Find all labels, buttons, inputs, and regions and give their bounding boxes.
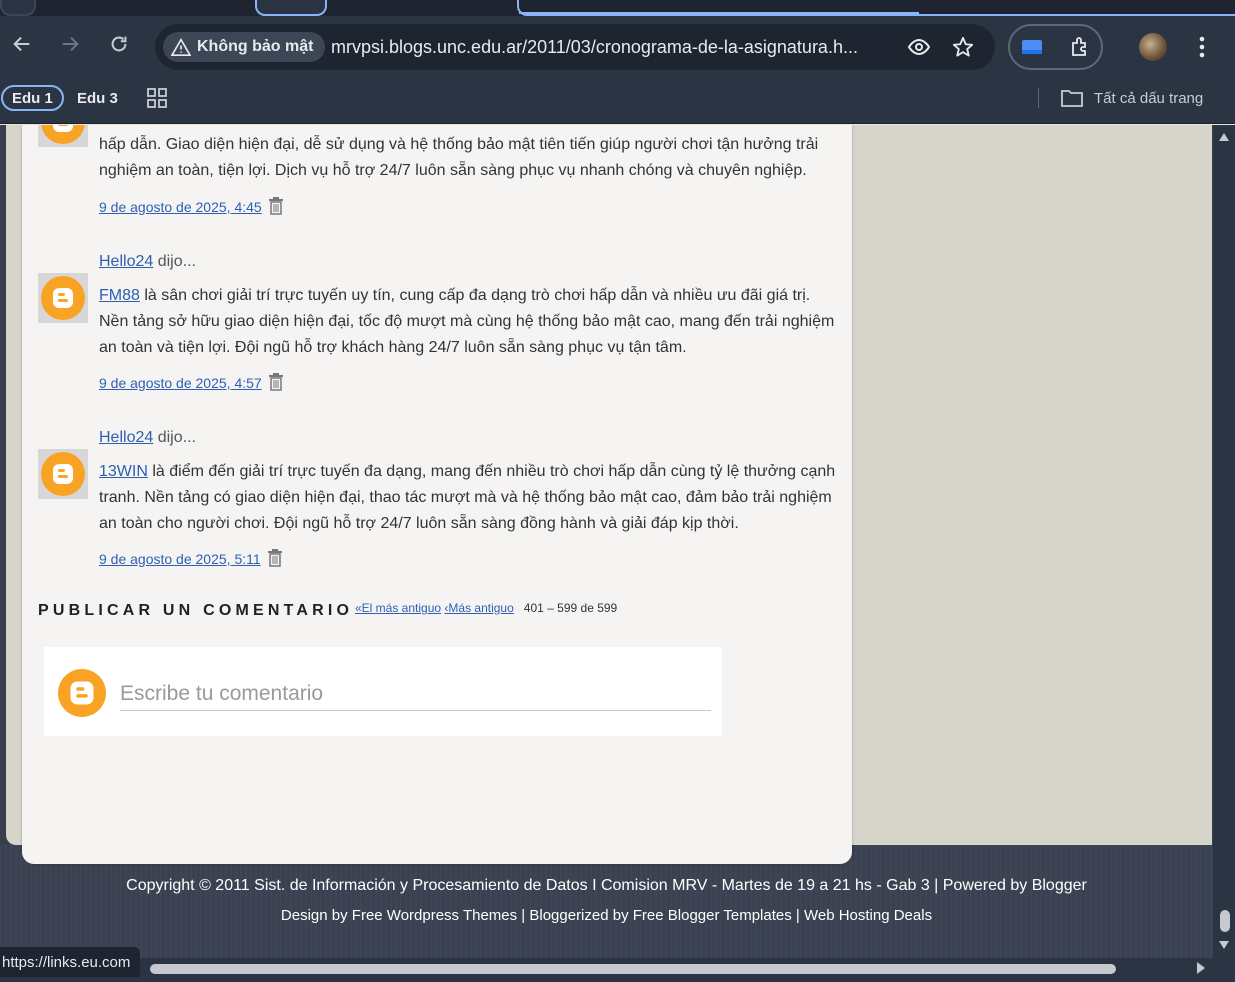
footer-credits: Design by Free Wordpress Themes | Blogge… [280, 907, 933, 924]
older-link[interactable]: ‹Más antiguo [444, 601, 513, 615]
bookmarks-bar: Edu 1 Edu 3 Tất cả dấu trang [0, 78, 1235, 124]
arrow-right-icon [62, 36, 79, 52]
browser-toolbar: Không bảo mật mrvpsi.blogs.unc.edu.ar/20… [0, 16, 1235, 78]
forward-button[interactable] [56, 30, 84, 58]
publish-heading: PUBLICAR UN COMENTARIO [38, 602, 354, 619]
vertical-scrollbar[interactable] [1213, 125, 1235, 958]
tab-strip [0, 0, 1235, 16]
star-icon[interactable] [950, 34, 976, 60]
pager-range: 401 – 599 de 599 [523, 601, 618, 615]
trash-icon[interactable] [267, 549, 283, 567]
scroll-up-icon[interactable] [1219, 133, 1229, 141]
comment-body: là sân chơi giải trí trực tuyến uy tín, … [99, 287, 835, 356]
author-link[interactable]: Hello24 [99, 429, 153, 446]
puzzle-icon[interactable] [1068, 35, 1092, 59]
blogger-icon [53, 125, 73, 132]
reload-icon [111, 36, 127, 52]
comment-input[interactable] [120, 677, 711, 711]
profile-avatar[interactable] [1139, 33, 1167, 61]
apps-grid-icon[interactable] [146, 87, 168, 109]
comment-author: Hello24 dijo... [99, 253, 196, 271]
said-text: dijo... [153, 253, 196, 270]
reload-button[interactable] [105, 30, 133, 58]
vertical-scroll-thumb[interactable] [1220, 910, 1230, 932]
all-bookmarks-label: Tất cả dấu trang [1094, 89, 1204, 107]
comment-body: là điểm đến giải trí trực tuyến đa dạng,… [99, 463, 836, 532]
blogger-avatar [38, 125, 88, 147]
comments-card: hấp dẫn. Giao diện hiện đại, dễ sử dụng … [22, 125, 852, 864]
comment-timestamp: 9 de agosto de 2025, 4:57 [99, 373, 284, 391]
warning-icon [171, 38, 191, 56]
said-text: dijo... [153, 429, 196, 446]
blogger-avatar [38, 449, 88, 499]
comment-text: 13WIN là điểm đến giải trí trực tuyến đa… [99, 459, 839, 537]
bookmark-edu-3[interactable]: Edu 3 [68, 85, 127, 111]
arrow-left-icon [13, 36, 30, 52]
page-viewport: hấp dẫn. Giao diện hiện đại, dễ sử dụng … [0, 125, 1213, 958]
trash-icon[interactable] [268, 373, 284, 391]
folder-icon [1061, 90, 1083, 107]
tab-previous[interactable] [0, 0, 36, 16]
tab-neighbor[interactable] [255, 0, 327, 16]
bookmark-edu-1[interactable]: Edu 1 [1, 85, 64, 111]
blogger-avatar [38, 273, 88, 323]
scroll-right-icon[interactable] [1197, 962, 1205, 974]
comment-link[interactable]: FM88 [99, 287, 140, 304]
footer-copyright: Copyright © 2011 Sist. de Información y … [126, 877, 1087, 894]
scroll-down-icon[interactable] [1219, 941, 1229, 949]
comment-text: hấp dẫn. Giao diện hiện đại, dễ sử dụng … [99, 136, 819, 179]
horizontal-scrollbar[interactable] [0, 958, 1213, 982]
back-button[interactable] [8, 30, 36, 58]
scrollbar-corner [1213, 958, 1235, 982]
trash-icon[interactable] [268, 197, 284, 215]
comment-timestamp: 9 de agosto de 2025, 4:45 [99, 197, 284, 215]
comment-form [44, 647, 722, 736]
tab-active[interactable] [517, 0, 1235, 16]
comment-author: Hello24 dijo... [99, 429, 196, 447]
sidebar-extension-icon[interactable] [1020, 36, 1044, 58]
status-bar-url: https://links.eu.com [0, 947, 141, 977]
comment-text: FM88 là sân chơi giải trí trực tuyến uy … [99, 283, 839, 361]
blogger-avatar [58, 669, 106, 717]
comment-link[interactable]: 13WIN [99, 463, 148, 480]
horizontal-scroll-thumb[interactable] [150, 964, 1116, 974]
timestamp-link[interactable]: 9 de agosto de 2025, 4:45 [99, 199, 262, 215]
bookmarks-divider [1038, 88, 1039, 108]
url-text[interactable]: mrvpsi.blogs.unc.edu.ar/2011/03/cronogra… [331, 37, 858, 58]
all-bookmarks-button[interactable]: Tất cả dấu trang [1060, 86, 1203, 110]
timestamp-link[interactable]: 9 de agosto de 2025, 4:57 [99, 375, 262, 391]
security-chip[interactable]: Không bảo mật [163, 32, 326, 62]
extensions-group [1008, 24, 1103, 70]
comment-timestamp: 9 de agosto de 2025, 5:11 [99, 549, 283, 567]
blogger-icon [53, 464, 73, 484]
author-link[interactable]: Hello24 [99, 253, 153, 270]
security-label: Không bảo mật [197, 38, 314, 55]
blogger-icon [53, 288, 73, 308]
blogger-icon [70, 681, 94, 705]
oldest-link[interactable]: «El más antiguo [355, 601, 441, 615]
timestamp-link[interactable]: 9 de agosto de 2025, 5:11 [99, 551, 261, 567]
eye-icon[interactable] [906, 34, 932, 60]
address-bar[interactable]: Không bảo mật mrvpsi.blogs.unc.edu.ar/20… [155, 24, 995, 70]
comment-pager: «El más antiguo ‹Más antiguo 401 – 599 d… [355, 601, 617, 615]
menu-icon[interactable] [1188, 32, 1216, 62]
